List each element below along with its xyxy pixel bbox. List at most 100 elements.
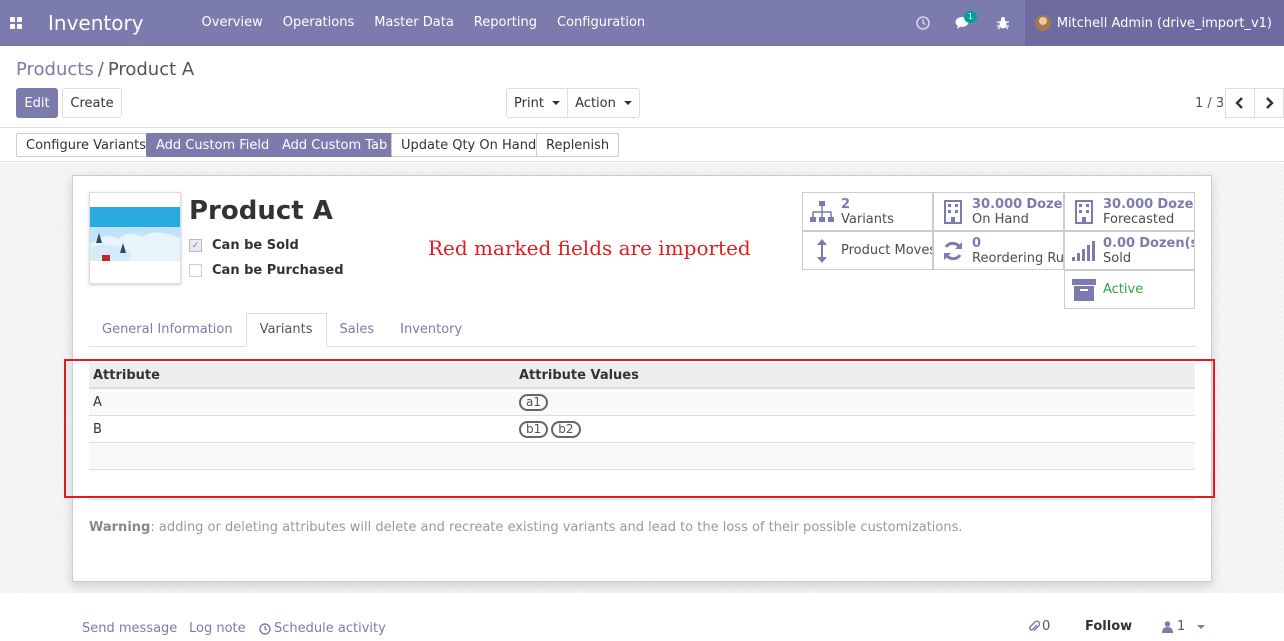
variants-count: 2	[841, 196, 851, 212]
form-statusbar: Configure Variants Add Custom Field Add …	[0, 128, 1284, 162]
print-label: Print	[514, 95, 544, 111]
update-qty-on-hand-button[interactable]: Update Qty On Hand	[391, 133, 547, 157]
forecasted-label: Forecasted	[1103, 211, 1175, 227]
configure-variants-button[interactable]: Configure Variants	[16, 133, 157, 157]
add-custom-tab-button[interactable]: Add Custom Tab	[272, 133, 398, 157]
action-label: Action	[575, 95, 616, 111]
attachments-count: 0	[1042, 619, 1051, 634]
clock-icon	[259, 622, 271, 635]
navbar-systray: 1 Mitchell Admin (drive_import_v1)	[903, 0, 1284, 46]
breadcrumb-products[interactable]: Products	[16, 59, 94, 80]
tab-general-information[interactable]: General Information	[89, 313, 246, 346]
main-menu: Overview Operations Master Data Reportin…	[192, 0, 656, 46]
activity-clock-icon[interactable]	[903, 0, 943, 46]
send-message-button[interactable]: Send message	[82, 621, 177, 636]
refresh-icon	[940, 238, 966, 264]
sold-unit: Dozen(s)	[1139, 235, 1194, 251]
chevron-left-icon	[1235, 97, 1243, 109]
debug-bug-icon[interactable]	[983, 0, 1023, 46]
replenish-button[interactable]: Replenish	[536, 133, 620, 157]
schedule-activity-button[interactable]: Schedule activity	[259, 621, 386, 636]
pager-value[interactable]: 1 / 3	[1195, 96, 1224, 111]
product-image[interactable]	[89, 192, 181, 284]
product-moves-smart-button[interactable]: Product Moves	[802, 231, 933, 270]
form-notebook-tabs: General Information Variants Sales Inven…	[89, 313, 1195, 347]
variants-label: Variants	[841, 211, 894, 227]
caret-down-icon	[1197, 624, 1206, 629]
app-brand[interactable]: Inventory	[48, 11, 144, 35]
follow-button[interactable]: Follow	[1085, 619, 1132, 634]
schedule-activity-label: Schedule activity	[274, 621, 386, 636]
tab-variants[interactable]: Variants	[245, 313, 327, 347]
messages-badge: 1	[963, 11, 977, 23]
user-name: Mitchell Admin (drive_import_v1)	[1056, 15, 1272, 31]
archive-icon	[1071, 277, 1097, 303]
on-hand-label: On Hand	[972, 211, 1029, 227]
chatter-bar: Send message Log note Schedule activity …	[0, 593, 1284, 641]
caret-down-icon	[623, 101, 632, 105]
chevron-right-icon	[1266, 97, 1274, 109]
sitemap-icon	[809, 199, 835, 225]
print-dropdown[interactable]: Print	[506, 88, 568, 118]
active-label: Active	[1103, 282, 1144, 297]
reordering-count: 0	[972, 235, 982, 251]
user-avatar	[1034, 15, 1051, 31]
action-dropdown[interactable]: Action	[567, 88, 640, 118]
followers-dropdown[interactable]: 1	[1162, 619, 1206, 634]
user-menu[interactable]: Mitchell Admin (drive_import_v1)	[1024, 0, 1284, 46]
forecasted-unit: Dozen(s)	[1157, 196, 1194, 212]
menu-item-configuration[interactable]: Configuration	[547, 0, 655, 46]
on-hand-unit: Dozen(s)	[1026, 196, 1063, 212]
tab-inventory[interactable]: Inventory	[387, 313, 475, 346]
menu-item-operations[interactable]: Operations	[273, 0, 364, 46]
can-be-sold-field[interactable]: ✓ Can be Sold	[189, 238, 299, 253]
pager-previous-button[interactable]	[1225, 88, 1255, 118]
active-toggle-button[interactable]: Active	[1064, 270, 1195, 309]
user-icon	[1162, 620, 1173, 633]
forecasted-smart-button[interactable]: 30.000 Dozen(s)Forecasted	[1064, 192, 1195, 231]
can-be-purchased-checkbox[interactable]	[189, 264, 202, 277]
building-icon	[940, 199, 966, 225]
reordering-label: Reordering Rules	[972, 250, 1064, 266]
can-be-sold-checkbox[interactable]: ✓	[189, 239, 202, 252]
pager-next-button[interactable]	[1254, 88, 1284, 118]
menu-item-reporting[interactable]: Reporting	[464, 0, 547, 46]
menu-item-master-data[interactable]: Master Data	[364, 0, 464, 46]
building-icon	[1071, 199, 1097, 225]
can-be-purchased-label: Can be Purchased	[212, 263, 344, 278]
variants-smart-button[interactable]: 2 Variants	[802, 192, 933, 231]
apps-menu-icon[interactable]	[0, 0, 32, 46]
attachments-button[interactable]: 0	[1028, 619, 1050, 634]
top-navbar: Inventory Overview Operations Master Dat…	[0, 0, 1284, 46]
forecasted-value: 30.000	[1103, 196, 1154, 212]
tab-sales[interactable]: Sales	[327, 313, 388, 346]
can-be-sold-label: Can be Sold	[212, 238, 299, 253]
signal-icon	[1071, 238, 1097, 264]
sold-value: 0.00	[1103, 235, 1136, 251]
caret-down-icon	[551, 101, 560, 105]
on-hand-smart-button[interactable]: 30.000 Dozen(s)On Hand	[933, 192, 1064, 231]
menu-item-overview[interactable]: Overview	[192, 0, 273, 46]
paperclip-icon	[1029, 620, 1040, 632]
followers-count: 1	[1177, 619, 1186, 634]
breadcrumb-separator: /	[97, 59, 104, 80]
imported-fields-highlight	[64, 359, 1215, 498]
variants-warning: Warning: adding or deleting attributes w…	[89, 520, 963, 535]
on-hand-value: 30.000	[972, 196, 1023, 212]
breadcrumb-current: Product A	[107, 59, 195, 80]
arrows-v-icon	[809, 238, 835, 264]
log-note-button[interactable]: Log note	[189, 621, 246, 636]
annotation-note: Red marked fields are imported	[428, 236, 751, 260]
add-custom-field-button[interactable]: Add Custom Field	[146, 133, 280, 157]
sold-label: Sold	[1103, 250, 1132, 266]
create-button[interactable]: Create	[62, 88, 122, 118]
can-be-purchased-field[interactable]: Can be Purchased	[189, 263, 344, 278]
product-moves-label: Product Moves	[841, 243, 933, 258]
breadcrumb: Products / Product A	[16, 59, 194, 80]
messages-icon[interactable]: 1	[943, 0, 983, 46]
reordering-rules-smart-button[interactable]: 0Reordering Rules	[933, 231, 1064, 270]
warning-text: : adding or deleting attributes will del…	[150, 520, 963, 535]
product-name[interactable]: Product A	[189, 196, 333, 226]
edit-button[interactable]: Edit	[16, 88, 58, 118]
sold-smart-button[interactable]: 0.00 Dozen(s) Sold	[1064, 231, 1195, 270]
